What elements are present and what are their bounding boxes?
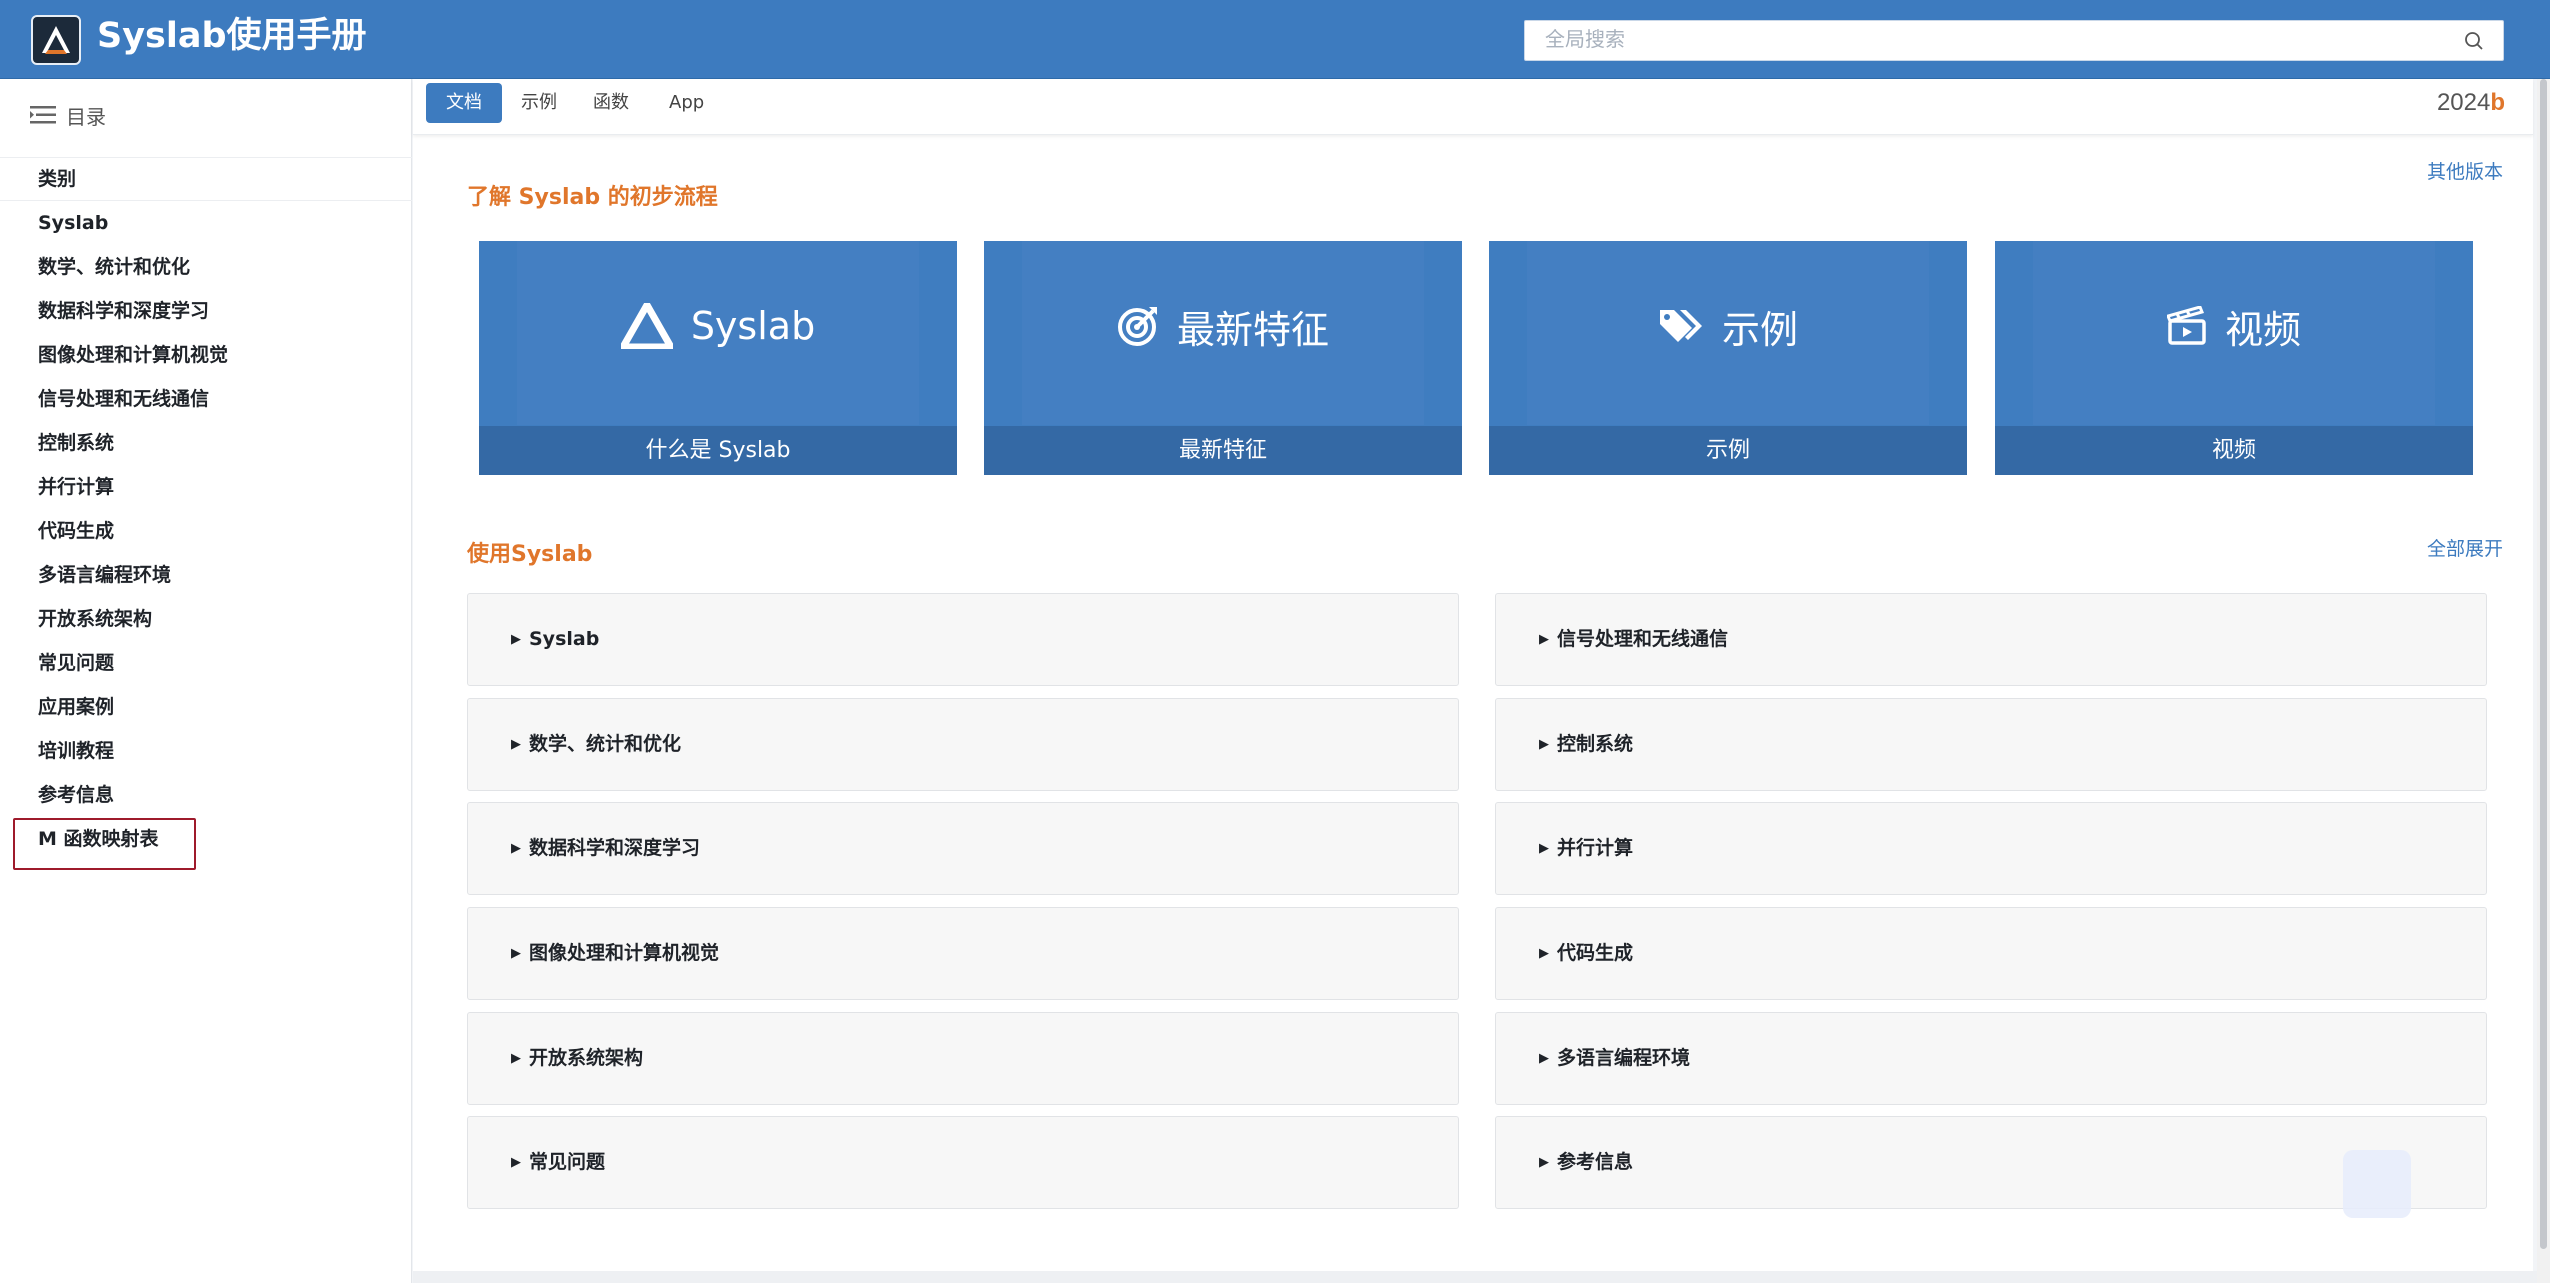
top-header: Syslab使用手册 <box>0 0 2550 79</box>
card-new-features[interactable]: 最新特征 最新特征 <box>984 241 1462 475</box>
getting-started-title: 了解 Syslab 的初步流程 <box>467 185 718 210</box>
accordion-label: 参考信息 <box>1539 1117 1633 1208</box>
toc-item-training[interactable]: 培训教程 <box>0 729 412 773</box>
toc-item-codegen[interactable]: 代码生成 <box>0 509 412 553</box>
card-what-is-syslab[interactable]: Syslab 什么是 Syslab <box>479 241 957 475</box>
tags-icon <box>1659 310 1702 342</box>
accordion-label: 信号处理和无线通信 <box>1539 594 1728 685</box>
accordion-syslab[interactable]: Syslab <box>467 593 1459 686</box>
clapperboard-icon <box>2166 306 2206 345</box>
bottom-edge <box>413 1271 2537 1283</box>
other-versions-link[interactable]: 其他版本 <box>2427 157 2503 184</box>
vertical-scrollbar[interactable] <box>2537 79 2550 1283</box>
card-foot-label: 示例 <box>1489 426 1967 475</box>
accordion-reference[interactable]: 参考信息 <box>1495 1116 2487 1209</box>
scrollbar-thumb[interactable] <box>2540 79 2547 1249</box>
card-foot-label: 什么是 Syslab <box>479 426 957 475</box>
accordion-label: 代码生成 <box>1539 908 1633 999</box>
card-head: 示例 <box>1489 296 1967 356</box>
target-icon <box>1117 307 1157 346</box>
accordion-faq[interactable]: 常见问题 <box>467 1116 1459 1209</box>
toc-title: 目录 <box>66 104 106 129</box>
menu-list-icon[interactable] <box>30 104 56 126</box>
accordion-control[interactable]: 控制系统 <box>1495 698 2487 791</box>
accordion-label: Syslab <box>511 594 599 685</box>
accordion-label: 多语言编程环境 <box>1539 1013 1690 1104</box>
toc-item-image[interactable]: 图像处理和计算机视觉 <box>0 333 412 377</box>
accordion-label: 数学、统计和优化 <box>511 699 681 790</box>
accordion-open-arch[interactable]: 开放系统架构 <box>467 1012 1459 1105</box>
selection-highlight <box>13 818 196 870</box>
toc-list: 类别 Syslab 数学、统计和优化 数据科学和深度学习 图像处理和计算机视觉 … <box>0 157 412 861</box>
tab-app[interactable]: App <box>649 83 724 123</box>
using-syslab-title: 使用Syslab <box>467 542 593 567</box>
accordion-label: 并行计算 <box>1539 803 1633 894</box>
card-head-label: Syslab <box>690 304 816 348</box>
accordion-label: 图像处理和计算机视觉 <box>511 908 719 999</box>
syslab-logo-icon <box>620 303 673 349</box>
app-title: Syslab使用手册 <box>97 16 367 56</box>
accordion-label: 常见问题 <box>511 1117 605 1208</box>
toc-item-control[interactable]: 控制系统 <box>0 421 412 465</box>
accordion-parallel[interactable]: 并行计算 <box>1495 802 2487 895</box>
version-number: 2024 <box>2436 89 2491 116</box>
version-label[interactable]: 2024b <box>2437 89 2505 117</box>
toc-item-reference[interactable]: 参考信息 <box>0 773 412 817</box>
search-icon[interactable] <box>2463 30 2485 56</box>
tab-examples[interactable]: 示例 <box>501 83 577 123</box>
accordion-image[interactable]: 图像处理和计算机视觉 <box>467 907 1459 1000</box>
toc-item-multilang[interactable]: 多语言编程环境 <box>0 553 412 597</box>
assistant-widget-icon[interactable] <box>2343 1150 2411 1218</box>
toc-item-cases[interactable]: 应用案例 <box>0 685 412 729</box>
card-foot-label: 最新特征 <box>984 426 1462 475</box>
card-foot-label: 视频 <box>1995 426 2473 475</box>
global-search[interactable] <box>1524 20 2504 61</box>
accordion-multilang[interactable]: 多语言编程环境 <box>1495 1012 2487 1105</box>
card-head: 视频 <box>1995 296 2473 356</box>
card-head: 最新特征 <box>984 296 1462 356</box>
toc-toggle[interactable]: 目录 <box>30 97 106 133</box>
app-logo-icon[interactable] <box>31 15 81 65</box>
accordion-math[interactable]: 数学、统计和优化 <box>467 698 1459 791</box>
expand-all-link[interactable]: 全部展开 <box>2427 534 2503 561</box>
toc-sidebar: 目录 类别 Syslab 数学、统计和优化 数据科学和深度学习 图像处理和计算机… <box>0 79 412 1283</box>
version-suffix: b <box>2490 89 2505 116</box>
accordion-label: 数据科学和深度学习 <box>511 803 700 894</box>
accordion-signal[interactable]: 信号处理和无线通信 <box>1495 593 2487 686</box>
toc-item-math[interactable]: 数学、统计和优化 <box>0 245 412 289</box>
accordion-data-science[interactable]: 数据科学和深度学习 <box>467 802 1459 895</box>
toc-item-category[interactable]: 类别 <box>0 157 412 201</box>
card-head-label: 视频 <box>2224 307 2301 352</box>
card-head-label: 示例 <box>1721 307 1798 352</box>
card-videos[interactable]: 视频 视频 <box>1995 241 2473 475</box>
tab-bar: 文档 示例 函数 App 2024b <box>413 79 2533 135</box>
toc-item-parallel[interactable]: 并行计算 <box>0 465 412 509</box>
tab-docs[interactable]: 文档 <box>426 83 502 123</box>
toc-item-faq[interactable]: 常见问题 <box>0 641 412 685</box>
accordion-codegen[interactable]: 代码生成 <box>1495 907 2487 1000</box>
card-head-label: 最新特征 <box>1176 307 1329 352</box>
toc-item-data-science[interactable]: 数据科学和深度学习 <box>0 289 412 333</box>
card-examples[interactable]: 示例 示例 <box>1489 241 1967 475</box>
card-head: Syslab <box>479 296 957 356</box>
toc-item-open-arch[interactable]: 开放系统架构 <box>0 597 412 641</box>
main-content: 文档 示例 函数 App 2024b 其他版本 了解 Syslab 的初步流程 … <box>413 79 2533 1271</box>
search-input[interactable] <box>1525 21 2455 60</box>
toc-item-syslab[interactable]: Syslab <box>0 201 412 245</box>
toc-item-signal[interactable]: 信号处理和无线通信 <box>0 377 412 421</box>
accordion-label: 开放系统架构 <box>511 1013 643 1104</box>
tab-functions[interactable]: 函数 <box>573 83 649 123</box>
accordion-label: 控制系统 <box>1539 699 1633 790</box>
